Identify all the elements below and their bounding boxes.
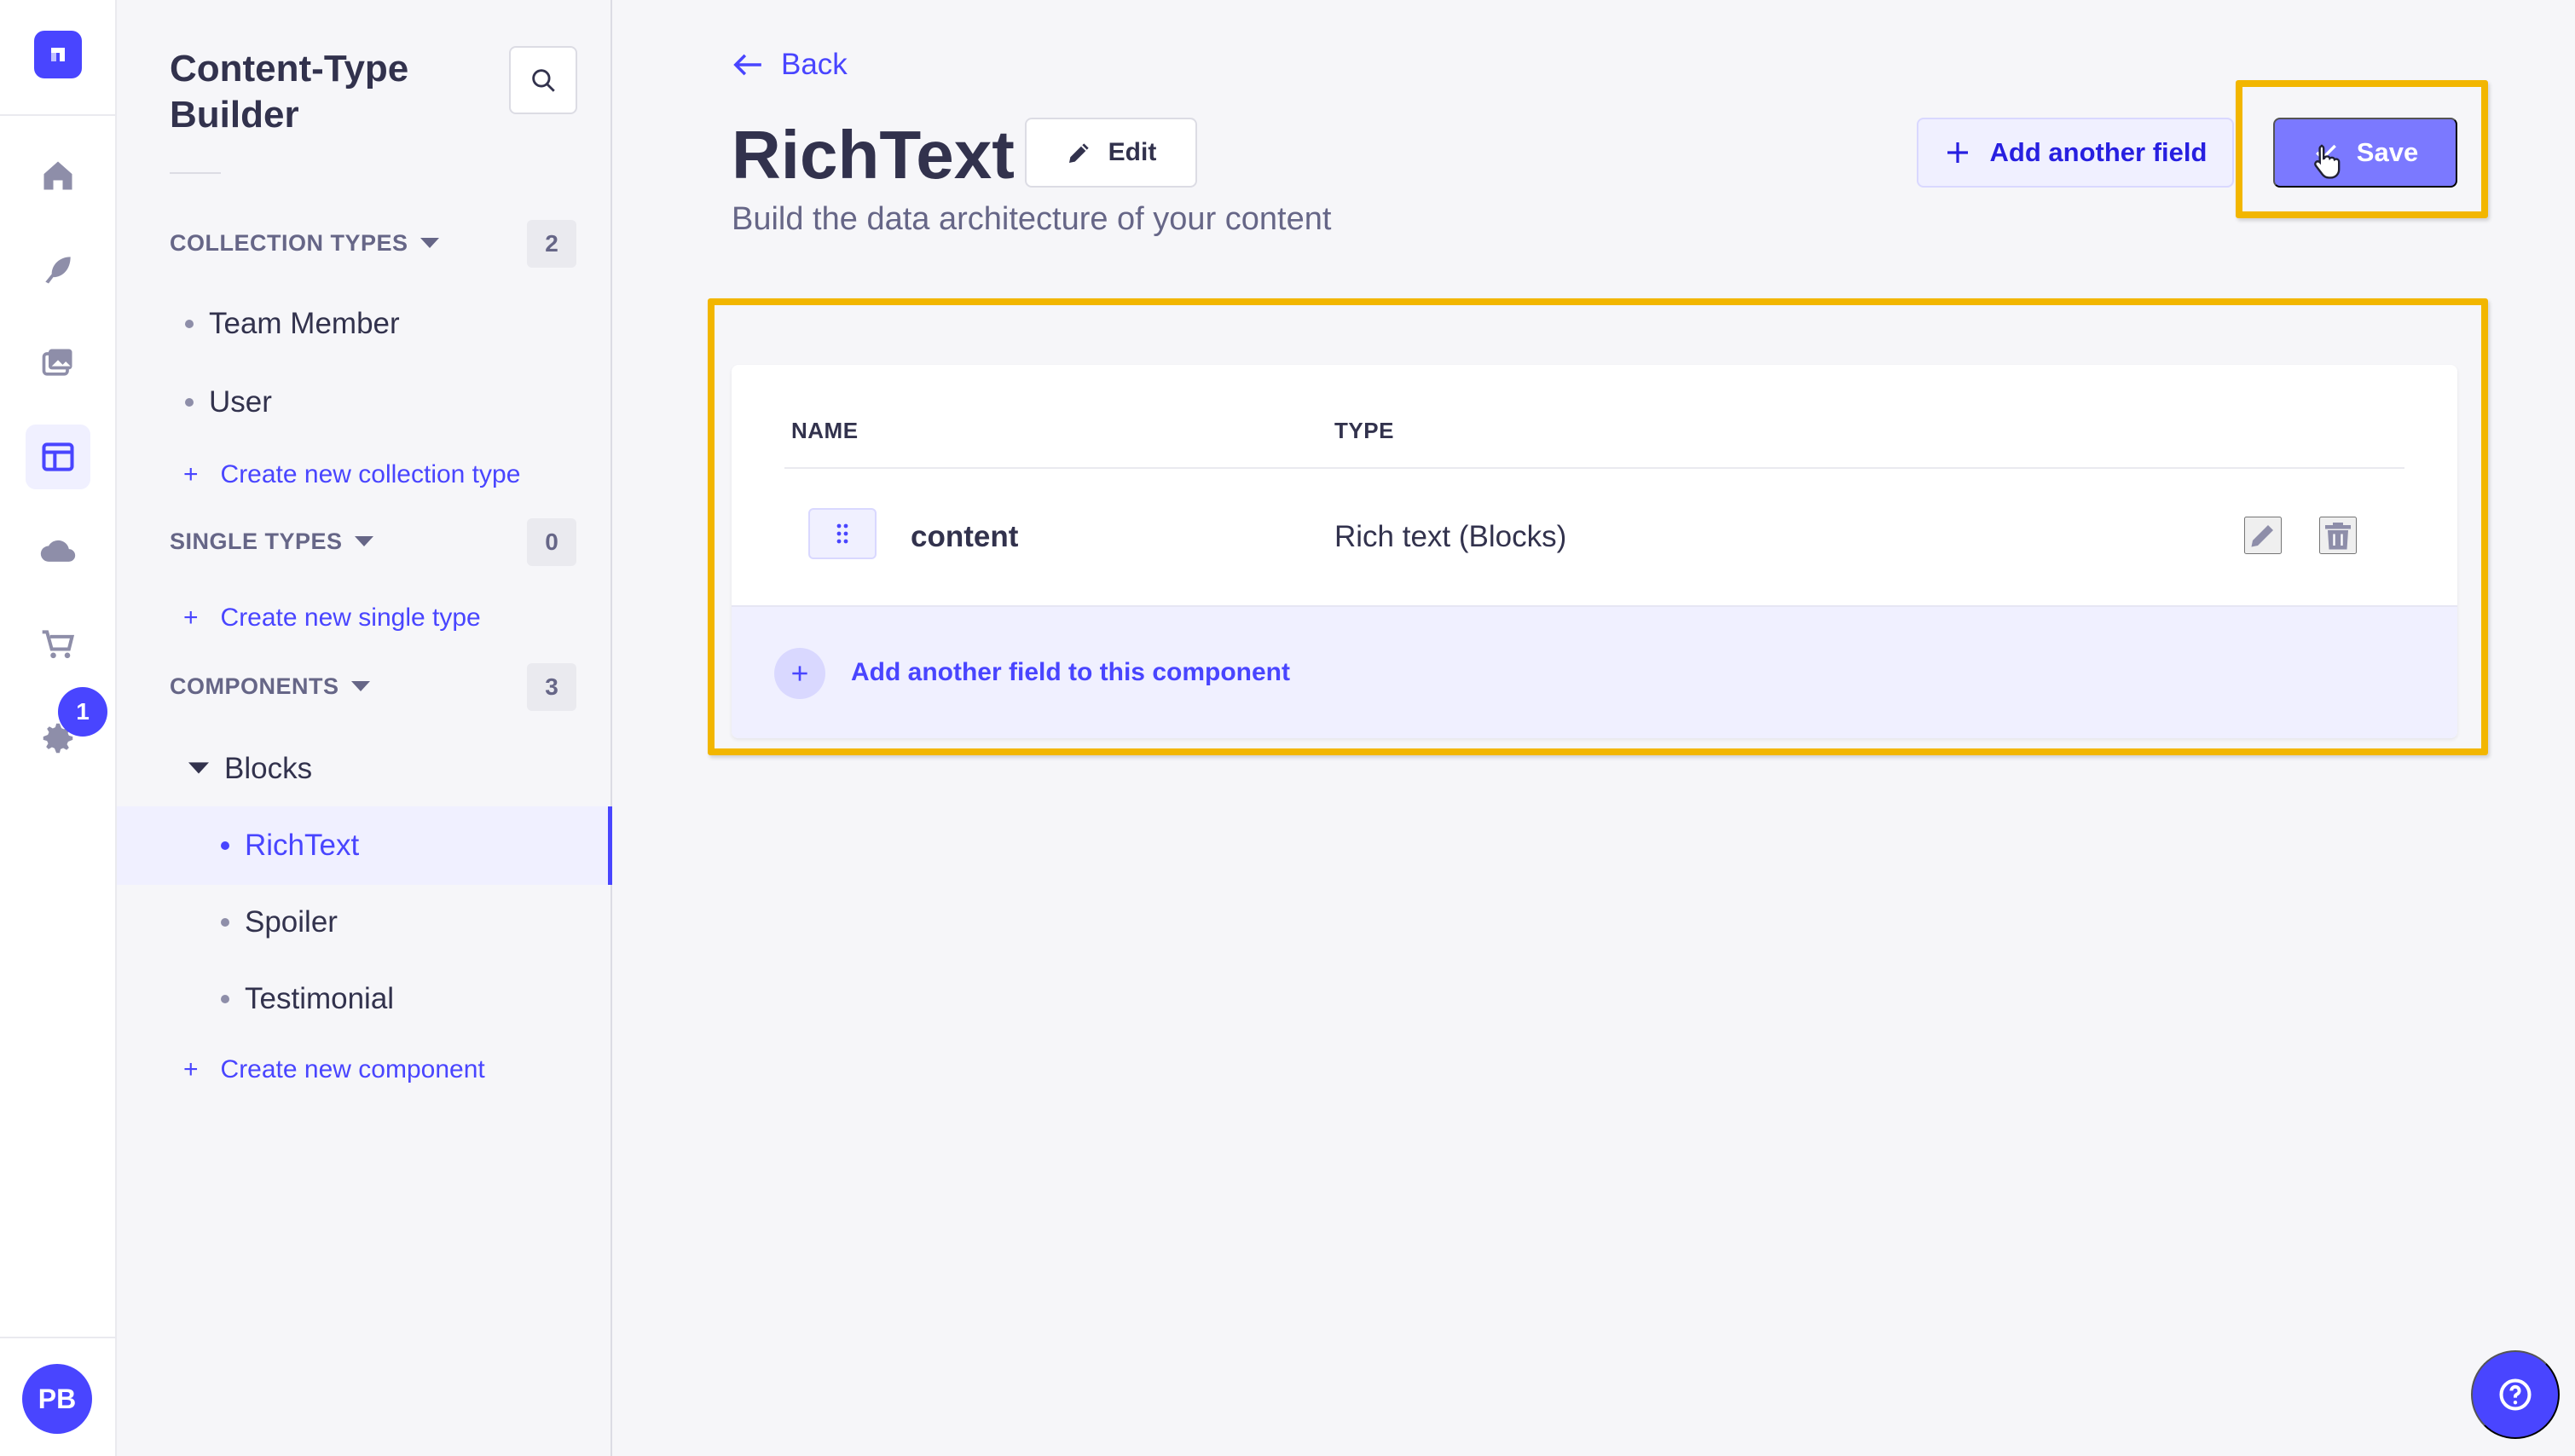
help-button[interactable] bbox=[2471, 1350, 2560, 1439]
search-icon bbox=[532, 69, 555, 92]
components-label: COMPONENTS bbox=[170, 673, 339, 699]
strapi-logo-icon[interactable] bbox=[34, 31, 82, 78]
bullet-icon bbox=[185, 320, 194, 328]
back-link[interactable]: Back bbox=[732, 48, 848, 82]
edit-button[interactable]: Edit bbox=[1025, 118, 1197, 188]
feather-icon[interactable] bbox=[26, 237, 90, 302]
page-subtitle: Build the data architecture of your cont… bbox=[732, 201, 1332, 237]
create-single-type-label: Create new single type bbox=[220, 604, 481, 632]
nav-item-label: Testimonial bbox=[245, 982, 395, 1015]
create-collection-type-label: Create new collection type bbox=[220, 460, 521, 488]
component-group-label: Blocks bbox=[224, 752, 313, 785]
add-another-field-label: Add another field bbox=[1989, 137, 2208, 167]
create-component-label: Create new component bbox=[220, 1055, 485, 1083]
components-toggle[interactable]: COMPONENTS bbox=[170, 673, 370, 700]
caret-down-icon bbox=[188, 762, 209, 774]
home-icon[interactable] bbox=[26, 143, 90, 208]
arrow-left-icon bbox=[733, 54, 761, 76]
pencil-icon bbox=[1068, 143, 1089, 163]
media-library-icon[interactable] bbox=[26, 331, 90, 396]
nav-item-spoiler[interactable]: Spoiler bbox=[221, 905, 338, 939]
edit-label: Edit bbox=[1108, 138, 1157, 166]
content-type-builder-subnav: Content-Type Builder COLLECTION TYPES 2 … bbox=[117, 0, 612, 1456]
single-types-count: 0 bbox=[527, 518, 576, 566]
plus-icon: + bbox=[183, 460, 199, 488]
caret-down-icon bbox=[354, 535, 373, 546]
table-highlight-frame bbox=[708, 298, 2488, 755]
cloud-icon[interactable] bbox=[26, 518, 90, 583]
bullet-icon bbox=[221, 841, 229, 850]
single-types-toggle[interactable]: SINGLE TYPES bbox=[170, 529, 373, 555]
create-component-link[interactable]: + Create new component bbox=[183, 1055, 485, 1084]
nav-item-testimonial[interactable]: Testimonial bbox=[221, 982, 394, 1016]
nav-item-richtext[interactable]: RichText bbox=[221, 829, 359, 863]
page-title: RichText bbox=[732, 117, 1015, 193]
plus-icon bbox=[1947, 142, 1968, 163]
main-nav-rail: 1 PB bbox=[0, 0, 117, 1456]
user-avatar[interactable]: PB bbox=[22, 1364, 92, 1434]
add-another-field-button[interactable]: Add another field bbox=[1917, 118, 2234, 188]
active-nav-highlight bbox=[117, 806, 612, 885]
nav-item-label: RichText bbox=[245, 829, 360, 862]
subnav-title: Content-Type Builder bbox=[170, 48, 409, 136]
rail-footer: PB bbox=[0, 1337, 117, 1456]
nav-item-label: Spoiler bbox=[245, 905, 338, 939]
caret-down-icon bbox=[420, 237, 439, 248]
bullet-icon bbox=[221, 918, 229, 927]
collection-types-count: 2 bbox=[527, 220, 576, 268]
plus-icon: + bbox=[183, 1055, 199, 1083]
components-count: 3 bbox=[527, 663, 576, 711]
nav-item-label: User bbox=[209, 385, 272, 419]
bullet-icon bbox=[221, 995, 229, 1003]
bullet-icon bbox=[185, 398, 194, 407]
collection-types-toggle[interactable]: COLLECTION TYPES bbox=[170, 230, 439, 257]
single-types-label: SINGLE TYPES bbox=[170, 529, 343, 554]
nav-item-label: Team Member bbox=[209, 307, 400, 340]
collection-types-label: COLLECTION TYPES bbox=[170, 230, 408, 256]
back-label: Back bbox=[781, 48, 848, 81]
content-type-builder-icon[interactable] bbox=[26, 425, 90, 489]
create-single-type-link[interactable]: + Create new single type bbox=[183, 604, 481, 633]
caret-down-icon bbox=[350, 680, 370, 691]
subnav-divider bbox=[170, 172, 221, 174]
subnav-search-button[interactable] bbox=[509, 46, 577, 114]
create-collection-type-link[interactable]: + Create new collection type bbox=[183, 460, 520, 489]
nav-item-user[interactable]: User bbox=[185, 385, 272, 419]
marketplace-cart-icon[interactable] bbox=[26, 612, 90, 677]
question-circle-icon bbox=[2499, 1378, 2532, 1411]
rail-logo-area bbox=[0, 0, 117, 116]
plus-icon: + bbox=[183, 604, 199, 632]
settings-notification-badge: 1 bbox=[58, 687, 107, 737]
save-highlight-frame bbox=[2236, 80, 2488, 218]
component-group-blocks[interactable]: Blocks bbox=[188, 752, 312, 786]
nav-item-team-member[interactable]: Team Member bbox=[185, 307, 400, 341]
